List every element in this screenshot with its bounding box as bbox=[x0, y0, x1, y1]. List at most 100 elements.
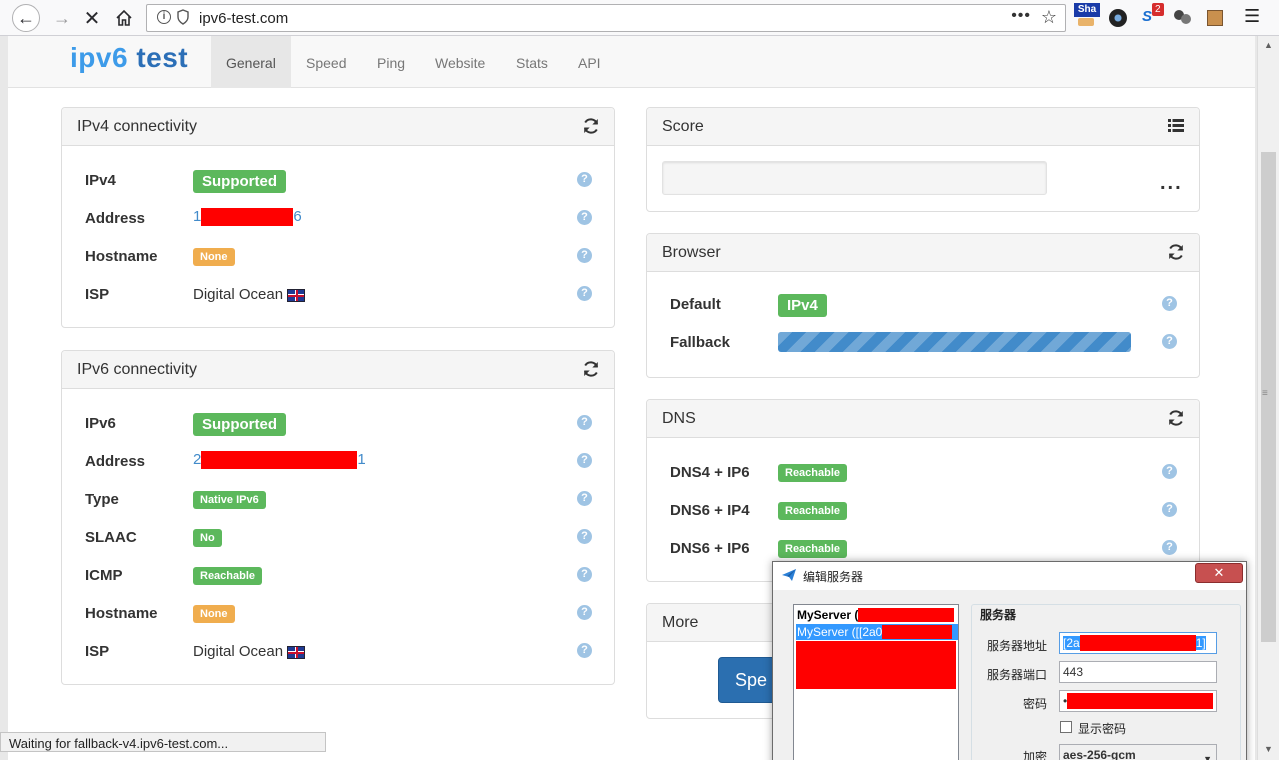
panel-title: IPv6 connectivity bbox=[77, 361, 198, 378]
refresh-icon[interactable] bbox=[1167, 409, 1185, 427]
box-extension-icon[interactable] bbox=[1207, 10, 1223, 26]
password-label: 密码 bbox=[1022, 697, 1047, 711]
server-address-input[interactable]: [2a 1] bbox=[1059, 632, 1217, 654]
browser-toolbar: ← → ✕ i ipv6-test.com ••• ☆ Sha S 2 ☰ bbox=[0, 0, 1279, 36]
help-icon[interactable]: ? bbox=[577, 491, 592, 506]
home-icon bbox=[116, 9, 132, 26]
help-icon[interactable]: ? bbox=[1162, 502, 1177, 517]
bookmark-star-icon[interactable]: ☆ bbox=[1041, 7, 1057, 28]
redaction-bar bbox=[201, 208, 294, 227]
help-icon[interactable]: ? bbox=[577, 567, 592, 582]
tab-ping[interactable]: Ping bbox=[362, 36, 420, 88]
sha-extension-icon[interactable]: Sha bbox=[1074, 3, 1100, 17]
site-logo[interactable]: ipv6 test bbox=[70, 42, 188, 74]
show-password-label: 显示密码 bbox=[1078, 722, 1127, 736]
panel-title: Score bbox=[662, 118, 704, 135]
tab-api[interactable]: API bbox=[563, 36, 616, 88]
help-icon[interactable]: ? bbox=[577, 210, 592, 225]
status-badge: Supported bbox=[193, 413, 286, 436]
tab-speed[interactable]: Speed bbox=[291, 36, 361, 88]
circle-extension-icon[interactable] bbox=[1109, 9, 1127, 27]
ip-address[interactable]: 21 bbox=[193, 451, 366, 470]
tab-stats[interactable]: Stats bbox=[501, 36, 563, 88]
sha-extension-avatar bbox=[1078, 18, 1094, 26]
redaction-bar bbox=[1067, 693, 1214, 709]
forward-button[interactable]: → bbox=[48, 4, 76, 32]
port-label: 服务器端口 bbox=[986, 668, 1047, 682]
list-icon[interactable] bbox=[1167, 117, 1185, 135]
help-icon[interactable]: ? bbox=[577, 415, 592, 430]
show-password-checkbox[interactable] bbox=[1060, 721, 1072, 733]
status-badge: No bbox=[193, 529, 222, 547]
close-button[interactable]: ✕ bbox=[1195, 563, 1243, 583]
url-bar[interactable]: i ipv6-test.com ••• ☆ bbox=[146, 4, 1066, 32]
list-item-selected[interactable]: MyServer ([[2a0 bbox=[796, 624, 958, 640]
status-badge: None bbox=[193, 605, 235, 623]
chevron-down-icon: ▼ bbox=[1203, 754, 1212, 760]
list-item[interactable]: MyServer ( bbox=[796, 607, 958, 623]
dialog-titlebar[interactable]: 编辑服务器 ✕ bbox=[773, 562, 1246, 590]
score-panel: Score ... bbox=[646, 107, 1200, 212]
refresh-icon[interactable] bbox=[582, 360, 600, 378]
help-icon[interactable]: ? bbox=[1162, 296, 1177, 311]
scroll-down-icon[interactable]: ▼ bbox=[1264, 744, 1273, 754]
back-button[interactable]: ← bbox=[12, 4, 40, 32]
tab-website[interactable]: Website bbox=[420, 36, 500, 88]
help-icon[interactable]: ? bbox=[1162, 540, 1177, 555]
help-icon[interactable]: ? bbox=[577, 453, 592, 468]
status-badge: Reachable bbox=[778, 464, 848, 482]
hamburger-menu-icon[interactable]: ☰ bbox=[1244, 6, 1260, 27]
page-scrollbar[interactable]: ▲ ≡ ▼ bbox=[1257, 36, 1279, 760]
ip-address[interactable]: 16 bbox=[193, 208, 302, 227]
status-badge: None bbox=[193, 248, 235, 266]
password-input[interactable]: • bbox=[1059, 690, 1217, 712]
scrollbar-grip-icon: ≡ bbox=[1262, 388, 1268, 399]
help-icon[interactable]: ? bbox=[577, 643, 592, 658]
page-actions-icon[interactable]: ••• bbox=[1011, 7, 1031, 25]
scroll-up-icon[interactable]: ▲ bbox=[1264, 40, 1273, 50]
stop-button[interactable]: ✕ bbox=[78, 4, 106, 32]
redaction-bar bbox=[882, 625, 953, 639]
dots-extension-icon[interactable] bbox=[1174, 8, 1194, 28]
panel-title: IPv4 connectivity bbox=[77, 118, 198, 135]
status-badge: Supported bbox=[193, 170, 286, 193]
progress-fill bbox=[778, 332, 1131, 352]
help-icon[interactable]: ? bbox=[577, 172, 592, 187]
browser-panel: Browser Default IPv4 Fallback ? ? bbox=[646, 233, 1200, 378]
info-icon[interactable]: i bbox=[157, 10, 171, 24]
refresh-icon[interactable] bbox=[1167, 243, 1185, 261]
status-badge: IPv4 bbox=[778, 294, 827, 317]
redaction-bar bbox=[201, 451, 358, 470]
help-icon[interactable]: ? bbox=[1162, 334, 1177, 349]
help-icon[interactable]: ? bbox=[577, 605, 592, 620]
extension-badge: 2 bbox=[1152, 3, 1164, 16]
dialog-title: 编辑服务器 bbox=[803, 570, 864, 584]
uk-flag-icon bbox=[287, 645, 306, 659]
shield-icon[interactable] bbox=[177, 9, 189, 25]
help-icon[interactable]: ? bbox=[1162, 464, 1177, 479]
panel-title: More bbox=[662, 614, 699, 631]
arrow-right-icon: → bbox=[53, 7, 71, 28]
server-list[interactable]: MyServer ( MyServer ([[2a0 bbox=[793, 604, 959, 760]
server-port-input[interactable]: 443 bbox=[1059, 661, 1217, 683]
tab-general[interactable]: General bbox=[211, 36, 291, 88]
home-button[interactable] bbox=[110, 4, 138, 32]
group-title: 服务器 bbox=[978, 606, 1019, 623]
dns-panel: DNS DNS4 + IP6 Reachable DNS6 + IP4 Reac… bbox=[646, 399, 1200, 582]
score-bar bbox=[662, 161, 1047, 195]
panel-title: Browser bbox=[662, 244, 721, 261]
ipv4-panel: IPv4 connectivity IPv4 Supported Address… bbox=[61, 107, 615, 328]
site-navbar: ipv6 test General Speed Ping Website Sta… bbox=[8, 36, 1255, 88]
fallback-progress bbox=[778, 332, 1131, 352]
url-text[interactable]: ipv6-test.com bbox=[199, 10, 288, 27]
help-icon[interactable]: ? bbox=[577, 248, 592, 263]
ipv6-panel: IPv6 connectivity IPv6 Supported Address… bbox=[61, 350, 615, 685]
help-icon[interactable]: ? bbox=[577, 529, 592, 544]
status-badge: Native IPv6 bbox=[193, 491, 266, 509]
refresh-icon[interactable] bbox=[582, 117, 600, 135]
redaction-bar bbox=[796, 641, 956, 689]
paper-plane-icon bbox=[782, 569, 796, 581]
status-badge: Reachable bbox=[778, 502, 848, 520]
help-icon[interactable]: ? bbox=[577, 286, 592, 301]
encryption-select[interactable]: aes-256-gcm ▼ bbox=[1059, 744, 1217, 760]
